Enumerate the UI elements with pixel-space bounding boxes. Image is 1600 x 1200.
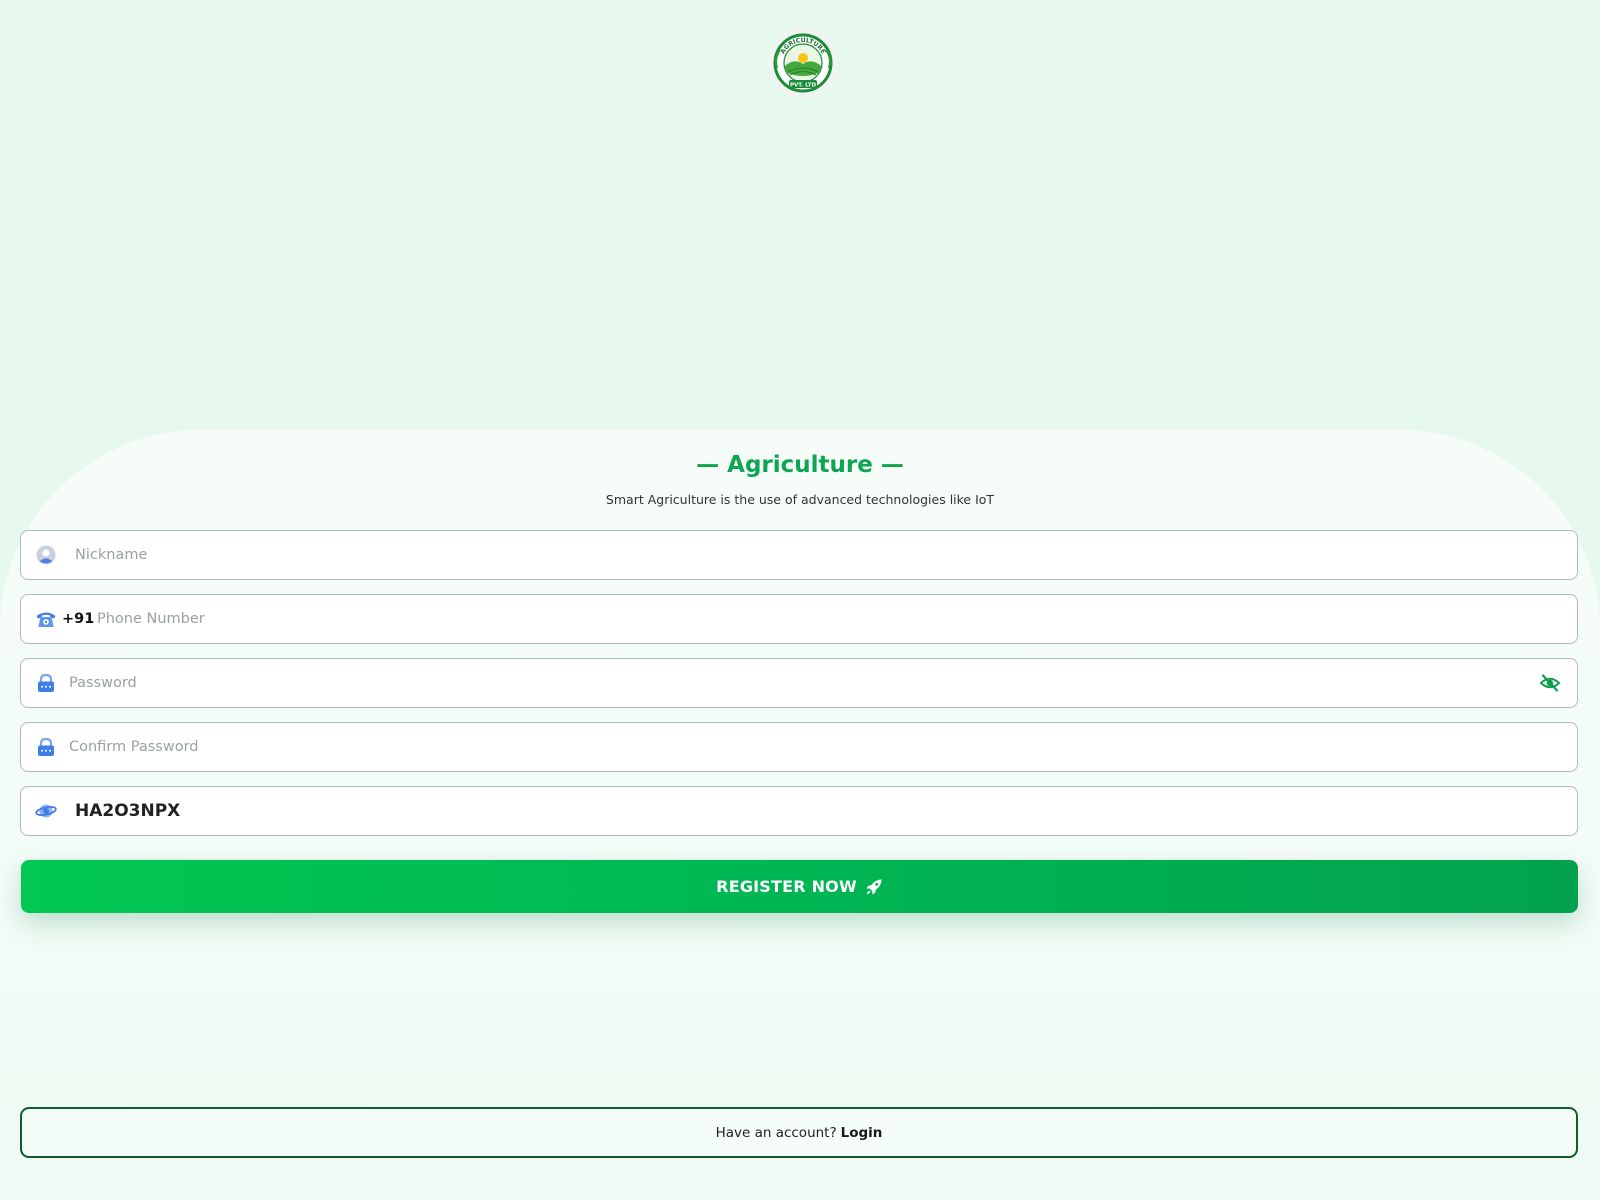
logo-bottom-text: PVT. LTD <box>790 82 817 88</box>
confirm-password-field <box>20 722 1578 772</box>
eye-slash-icon[interactable] <box>1539 672 1561 694</box>
rocket-icon <box>865 878 883 896</box>
user-avatar-icon <box>35 544 57 566</box>
brand-logo: AGRICULTURE PVT. LTD <box>768 28 838 98</box>
nickname-input[interactable] <box>75 531 1555 579</box>
page-title: — Agriculture — <box>696 452 904 478</box>
lock-icon <box>35 736 57 758</box>
confirm-password-input[interactable] <box>69 723 1549 771</box>
register-now-button[interactable]: REGISTER NOW <box>21 860 1578 913</box>
nickname-field <box>20 530 1578 580</box>
login-prompt: Have an account? Login <box>20 1107 1578 1158</box>
phone-number-input[interactable] <box>97 595 1557 643</box>
register-now-label: REGISTER NOW <box>716 877 857 896</box>
login-link[interactable]: Login <box>841 1125 883 1141</box>
login-prompt-text: Have an account? <box>715 1124 837 1141</box>
country-code-prefix: +91 <box>62 611 95 627</box>
agriculture-logo-icon: AGRICULTURE PVT. LTD <box>773 33 833 93</box>
invite-code-field <box>20 786 1578 836</box>
planet-icon <box>35 800 57 822</box>
page-subtitle: Smart Agriculture is the use of advanced… <box>605 492 995 507</box>
password-field <box>20 658 1578 708</box>
telephone-icon <box>35 608 57 630</box>
lock-icon <box>35 672 57 694</box>
password-input[interactable] <box>69 659 1509 707</box>
phone-field: +91 <box>20 594 1578 644</box>
invite-code-input[interactable] <box>75 787 1555 835</box>
